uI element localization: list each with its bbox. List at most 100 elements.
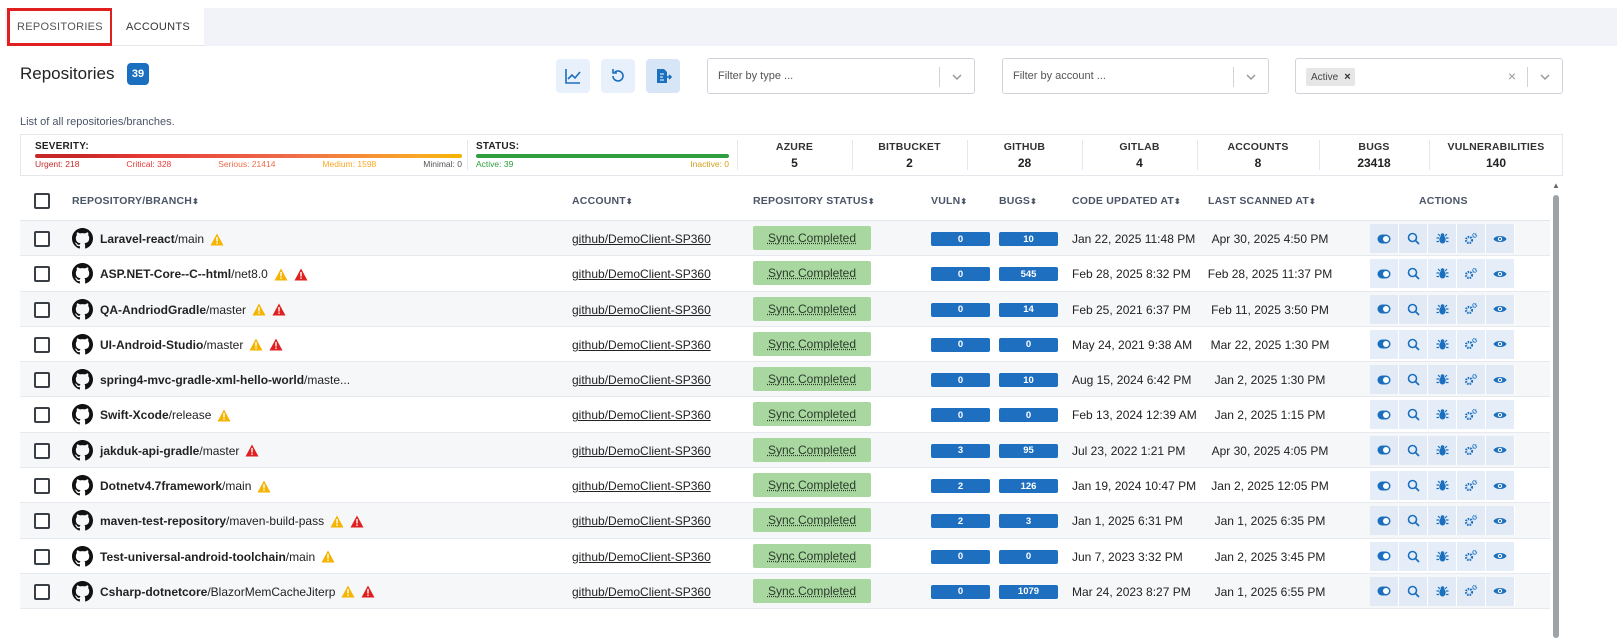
- account-link[interactable]: github/DemoClient-SP360: [572, 514, 711, 528]
- column-bugs[interactable]: BUGS⬍: [999, 195, 1037, 207]
- bug-button[interactable]: [1428, 400, 1457, 430]
- toggle-button[interactable]: [1370, 259, 1399, 289]
- account-link[interactable]: github/DemoClient-SP360: [572, 373, 711, 387]
- table-row[interactable]: Test-universal-android-toolchain/main gi…: [20, 539, 1550, 574]
- type-filter[interactable]: Filter by type ...: [707, 58, 975, 94]
- row-checkbox[interactable]: [34, 336, 50, 353]
- repo-name[interactable]: Test-universal-android-toolchain: [100, 550, 286, 564]
- toggle-button[interactable]: [1370, 294, 1399, 324]
- repo-branch[interactable]: spring4-mvc-gradle-xml-hello-world/maste…: [100, 373, 350, 387]
- view-button[interactable]: [1486, 294, 1515, 324]
- row-checkbox[interactable]: [34, 478, 50, 495]
- row-checkbox[interactable]: [34, 583, 50, 600]
- repo-branch[interactable]: Test-universal-android-toolchain/main: [100, 550, 335, 564]
- view-button[interactable]: [1486, 365, 1515, 395]
- chevron-down-icon[interactable]: [950, 70, 964, 84]
- select-all-checkbox[interactable]: [34, 193, 50, 209]
- row-checkbox[interactable]: [34, 372, 50, 389]
- row-checkbox[interactable]: [34, 231, 50, 247]
- view-button[interactable]: [1486, 506, 1515, 536]
- view-button[interactable]: [1486, 400, 1515, 430]
- gears-button[interactable]: [1457, 329, 1486, 359]
- repo-name[interactable]: spring4-mvc-gradle-xml-hello-world: [100, 373, 304, 387]
- chevron-down-icon[interactable]: [1538, 70, 1552, 84]
- table-row[interactable]: jakduk-api-gradle/master github/DemoClie…: [20, 432, 1550, 469]
- search-button[interactable]: [1399, 259, 1428, 289]
- repo-branch[interactable]: Dotnetv4.7framework/main: [100, 479, 271, 493]
- account-link[interactable]: github/DemoClient-SP360: [572, 479, 711, 493]
- search-button[interactable]: [1399, 224, 1428, 253]
- search-button[interactable]: [1399, 294, 1428, 324]
- account-link[interactable]: github/DemoClient-SP360: [572, 585, 711, 599]
- row-checkbox[interactable]: [34, 513, 50, 530]
- chart-button[interactable]: [556, 59, 590, 93]
- repo-name[interactable]: Swift-Xcode: [100, 408, 169, 422]
- tab-accounts[interactable]: ACCOUNTS: [112, 8, 204, 46]
- column-account[interactable]: ACCOUNT⬍: [572, 195, 633, 207]
- account-link[interactable]: github/DemoClient-SP360: [572, 444, 711, 458]
- repo-name[interactable]: QA-AndriodGradle: [100, 303, 206, 317]
- column-last-scanned[interactable]: LAST SCANNED AT⬍: [1208, 195, 1316, 207]
- repo-name[interactable]: maven-test-repository: [100, 514, 226, 528]
- repo-branch[interactable]: jakduk-api-gradle/master: [100, 444, 259, 458]
- clear-icon[interactable]: ×: [1508, 68, 1516, 84]
- bug-button[interactable]: [1428, 435, 1457, 465]
- search-button[interactable]: [1399, 400, 1428, 430]
- table-row[interactable]: Swift-Xcode/release github/DemoClient-SP…: [20, 397, 1550, 433]
- export-button[interactable]: [646, 59, 680, 93]
- refresh-button[interactable]: [601, 59, 635, 93]
- toggle-button[interactable]: [1370, 471, 1399, 501]
- view-button[interactable]: [1486, 329, 1515, 359]
- table-row[interactable]: ASP.NET-Core--C--html/net8.0 github/Demo…: [20, 256, 1550, 292]
- table-row[interactable]: UI-Android-Studio/master github/DemoClie…: [20, 327, 1550, 363]
- gears-button[interactable]: [1457, 259, 1486, 289]
- table-row[interactable]: Laravel-react/main github/DemoClient-SP3…: [20, 221, 1550, 257]
- view-button[interactable]: [1486, 576, 1515, 606]
- repo-name[interactable]: Laravel-react: [100, 232, 175, 246]
- repo-name[interactable]: Dotnetv4.7framework: [100, 479, 222, 493]
- scroll-up-icon[interactable]: ▲: [1552, 181, 1560, 190]
- tab-repositories[interactable]: REPOSITORIES: [7, 8, 113, 46]
- row-checkbox[interactable]: [34, 266, 50, 283]
- table-row[interactable]: Csharp-dotnetcore/BlazorMemCacheJiterp g…: [20, 573, 1550, 610]
- repo-branch[interactable]: Laravel-react/main: [100, 232, 224, 246]
- account-link[interactable]: github/DemoClient-SP360: [572, 267, 711, 281]
- toggle-button[interactable]: [1370, 365, 1399, 395]
- toggle-button[interactable]: [1370, 541, 1399, 571]
- search-button[interactable]: [1399, 435, 1428, 465]
- account-link[interactable]: github/DemoClient-SP360: [572, 232, 711, 246]
- account-link[interactable]: github/DemoClient-SP360: [572, 408, 711, 422]
- status-filter[interactable]: Active × ×: [1295, 58, 1563, 94]
- scroll-thumb[interactable]: [1553, 195, 1559, 638]
- search-button[interactable]: [1399, 541, 1428, 571]
- repo-branch[interactable]: UI-Android-Studio/master: [100, 338, 283, 352]
- toggle-button[interactable]: [1370, 400, 1399, 430]
- account-link[interactable]: github/DemoClient-SP360: [572, 550, 711, 564]
- account-filter[interactable]: Filter by account ...: [1002, 58, 1269, 94]
- bug-button[interactable]: [1428, 471, 1457, 501]
- view-button[interactable]: [1486, 435, 1515, 465]
- scrollbar[interactable]: ▲: [1552, 181, 1560, 638]
- bug-button[interactable]: [1428, 329, 1457, 359]
- repo-branch[interactable]: QA-AndriodGradle/master: [100, 303, 286, 317]
- repo-branch[interactable]: Swift-Xcode/release: [100, 408, 231, 422]
- account-link[interactable]: github/DemoClient-SP360: [572, 303, 711, 317]
- toggle-button[interactable]: [1370, 329, 1399, 359]
- gears-button[interactable]: [1457, 400, 1486, 430]
- repo-name[interactable]: UI-Android-Studio: [100, 338, 203, 352]
- repo-branch[interactable]: ASP.NET-Core--C--html/net8.0: [100, 267, 308, 281]
- toggle-button[interactable]: [1370, 435, 1399, 465]
- column-status[interactable]: REPOSITORY STATUS⬍: [753, 195, 875, 207]
- column-vuln[interactable]: VULN⬍: [931, 195, 967, 207]
- repo-name[interactable]: ASP.NET-Core--C--html: [100, 267, 231, 281]
- view-button[interactable]: [1486, 259, 1515, 289]
- chip-remove-icon[interactable]: ×: [1344, 71, 1350, 83]
- search-button[interactable]: [1399, 576, 1428, 606]
- view-button[interactable]: [1486, 471, 1515, 501]
- bug-button[interactable]: [1428, 224, 1457, 253]
- repo-branch[interactable]: maven-test-repository/maven-build-pass: [100, 514, 364, 528]
- view-button[interactable]: [1486, 541, 1515, 571]
- chevron-down-icon[interactable]: [1244, 70, 1258, 84]
- row-checkbox[interactable]: [34, 548, 50, 565]
- table-row[interactable]: maven-test-repository/maven-build-pass g…: [20, 503, 1550, 539]
